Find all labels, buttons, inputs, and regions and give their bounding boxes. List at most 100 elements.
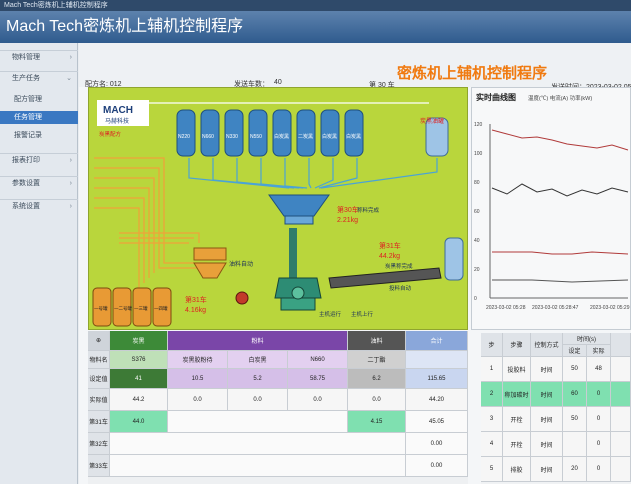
setpoint-powder-3: 58.75 xyxy=(288,369,348,389)
legend-power: 功率(kW) xyxy=(569,96,593,102)
oil-tank-group: 一号罐 一二号罐 一三罐 一四罐 xyxy=(92,287,172,327)
row-label-car32: 第32车 xyxy=(88,433,110,455)
sidebar-item-params[interactable]: 参数设置 › xyxy=(0,176,78,189)
x-tick-1: 2023-03-02 05:28:47 xyxy=(532,305,579,311)
step-actual-2: 0 xyxy=(587,382,611,407)
step-set-2: 60 xyxy=(563,382,587,407)
car30-weight: 2.21kg xyxy=(337,217,358,224)
step-extra-4 xyxy=(611,432,631,457)
process-diagram-svg: MACH 马赫科技 N220 N660 N330 N550 白炭黑 二炭黑 白炭黑 白炭黑 炭… xyxy=(92,100,464,327)
sidebar-item-alarms[interactable]: 报警记录 xyxy=(0,129,78,142)
step-mode-3: 时间 xyxy=(531,407,563,432)
silo-label-1: N660 xyxy=(202,134,214,140)
silo-4 xyxy=(272,109,292,157)
step-table: 步 步骤 控制方式 时间(s) 设定 实际 1 投胶料 时间 50 48 2 称加碳时 时间 6… xyxy=(481,333,631,484)
sidebar-item-label: 报表打印 xyxy=(12,157,40,164)
y-tick-6: 0 xyxy=(474,296,477,302)
mixer-rotor-icon xyxy=(291,286,305,300)
step-actual-4: 0 xyxy=(587,432,611,457)
sidebar-item-recipes[interactable]: 配方管理 xyxy=(0,93,78,106)
step-set-5: 20 xyxy=(563,457,587,482)
silo-3 xyxy=(248,109,268,157)
name-oil: 二丁酯 xyxy=(348,351,406,369)
row-label-car33: 第33车 xyxy=(88,455,110,477)
silo-label-6: 白炭黑 xyxy=(322,133,337,140)
step-mode-2: 时间 xyxy=(531,382,563,407)
step-header-mode: 控制方式 xyxy=(531,333,563,357)
car33-total: 0.00 xyxy=(406,455,468,477)
car31-weight: 44.2kg xyxy=(379,253,400,260)
current-line xyxy=(491,183,629,197)
sidebar-item-label: 参数设置 xyxy=(12,180,40,187)
step-no-3: 3 xyxy=(481,407,503,432)
header-total: 合计 xyxy=(406,331,468,351)
silo-label-2: N330 xyxy=(226,134,238,140)
silo-1 xyxy=(200,109,220,157)
step-header-no: 步 xyxy=(481,333,503,357)
page-title: 密炼机上辅机控制程序 xyxy=(397,65,548,82)
car31-label: 第31车 xyxy=(379,241,401,250)
actual-powder-2: 0.0 xyxy=(228,389,288,411)
sidebar-item-production[interactable]: 生产任务 ⌄ xyxy=(0,71,78,84)
oil-tank-label-2: 一三罐 xyxy=(134,305,148,312)
step-name-3: 开栓 xyxy=(503,407,531,432)
oil-scale-hopper xyxy=(193,262,227,279)
name-total xyxy=(406,351,468,369)
sidebar-item-label: 生产任务 xyxy=(12,75,40,82)
car32-total: 0.00 xyxy=(406,433,468,455)
hopper-label: 主机上行 xyxy=(351,310,374,318)
car31-carbon: 44.0 xyxy=(110,411,168,433)
car31-total: 45.05 xyxy=(406,411,468,433)
step-header-extra xyxy=(611,333,631,357)
sidebar-item-reports[interactable]: 报表打印 › xyxy=(0,153,78,166)
step-name-4: 开栓 xyxy=(503,432,531,457)
silo-label-4: 白炭黑 xyxy=(274,133,289,140)
oil-tank-label-0: 一号罐 xyxy=(94,305,108,312)
sidebar-item-materials[interactable]: 物料管理 › xyxy=(0,50,78,63)
row-label-actual: 实际值 xyxy=(88,389,110,411)
oil-car-label: 第31车 xyxy=(185,295,207,304)
car31-status: 炭黑称完成 xyxy=(385,262,413,270)
trend-chart-panel: 实时曲线图 温度(℃) 电流(A) 功率(kW) 120 100 80 60 40 20 0… xyxy=(471,87,631,330)
step-extra-5 xyxy=(611,457,631,482)
oil-pump-icon xyxy=(235,291,249,305)
actual-carbon: 44.2 xyxy=(110,389,168,411)
actual-total: 44.20 xyxy=(406,389,468,411)
row-label-setpoint: 设定值 xyxy=(88,369,110,389)
row-label-car31: 第31车 xyxy=(88,411,110,433)
legend-temperature: 温度(℃) xyxy=(528,96,549,102)
step-set-1: 50 xyxy=(563,357,587,382)
header-powder: 粉料 xyxy=(168,331,348,351)
table-corner: ⊕ xyxy=(88,331,110,351)
step-header-actual: 实际 xyxy=(587,345,611,357)
header-oil: 油料 xyxy=(348,331,406,351)
oil-scale-top xyxy=(193,247,227,261)
silo-label-7: 白炭黑 xyxy=(346,133,361,140)
window-titlebar: Mach Tech密炼机上辅机控制程序 xyxy=(0,0,631,11)
feed-pipes xyxy=(188,158,438,189)
oil-tank-label-1: 一二号罐 xyxy=(114,305,132,312)
y-axis-ticks: 120 100 80 60 40 20 0 xyxy=(474,122,483,302)
step-no-1: 1 xyxy=(481,357,503,382)
setpoint-carbon: 41 xyxy=(110,369,168,389)
logo-text: MACH xyxy=(103,105,133,116)
silo-0 xyxy=(176,109,196,157)
silo-7 xyxy=(344,109,364,157)
step-name-1: 投胶料 xyxy=(503,357,531,382)
silo-5 xyxy=(296,109,316,157)
chevron-right-icon: › xyxy=(69,203,72,210)
y-tick-4: 40 xyxy=(474,238,480,244)
step-header-set: 设定 xyxy=(563,345,587,357)
sidebar-item-system[interactable]: 系统设置 › xyxy=(0,199,78,212)
step-header-step: 步骤 xyxy=(503,333,531,357)
row-label-names: 物料名 xyxy=(88,351,110,369)
send-count-value: 40 xyxy=(274,79,282,86)
sidebar-item-tasks[interactable]: 任务管理 xyxy=(0,111,78,124)
oil-auto-label: 油料自动 xyxy=(229,260,253,268)
silo-group: N220 N660 N330 N550 白炭黑 二炭黑 白炭黑 白炭黑 xyxy=(176,109,364,157)
oil-car-weight: 4.16kg xyxy=(185,307,206,314)
setpoint-total: 115.65 xyxy=(406,369,468,389)
trend-chart-title: 实时曲线图 xyxy=(476,93,516,102)
step-header-time: 时间(s) xyxy=(563,333,611,345)
carbon-recipe-label: 炭黑配方 xyxy=(99,130,122,138)
